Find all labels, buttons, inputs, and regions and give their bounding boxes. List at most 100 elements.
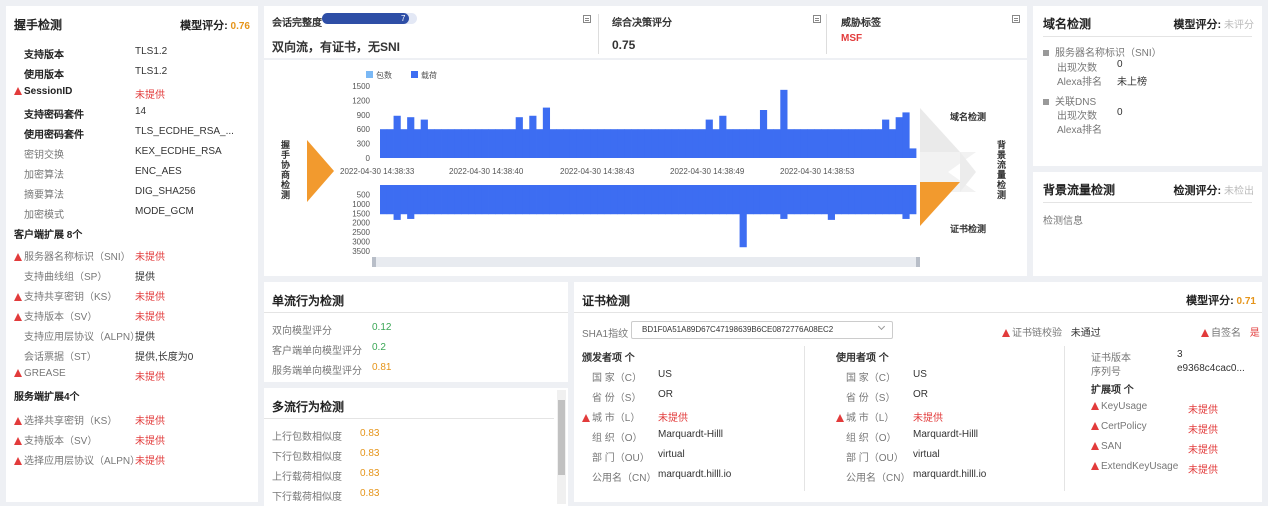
- upper-bar: [875, 129, 883, 158]
- scrollbar[interactable]: [557, 390, 566, 504]
- lower-bar: [603, 185, 612, 215]
- lower-bar: [631, 185, 639, 215]
- upper-bar: [678, 129, 686, 158]
- lower-bar: [780, 185, 788, 219]
- upper-bar: [590, 129, 598, 158]
- multi-flow-label: 上行包数相似度: [272, 432, 342, 443]
- lower-bar: [888, 185, 897, 215]
- upper-y-axis: 1500 1200 900 600 300 0: [352, 82, 370, 163]
- lower-bar: [393, 185, 401, 220]
- warning-icon: [14, 293, 22, 301]
- server-ext-label: 支持版本（SV）: [14, 432, 97, 447]
- lower-bar: [488, 185, 496, 215]
- divider: [1043, 36, 1252, 37]
- upper-bar: [664, 129, 673, 158]
- threat-label: 威胁标签: [841, 18, 881, 29]
- menu-icon[interactable]: [583, 15, 591, 23]
- background-title: 背景流量检测: [1043, 183, 1116, 197]
- cert-field-value: Marquardt-Hilll: [913, 429, 979, 440]
- handshake-field-value: MODE_GCM: [135, 206, 194, 217]
- upper-y-tick: 900: [357, 111, 371, 120]
- lower-bar: [624, 185, 632, 215]
- lower-bar: [380, 185, 388, 215]
- handshake-title: 握手检测: [14, 18, 63, 32]
- divider: [804, 346, 805, 491]
- cert-field-value: Marquardt-Hilll: [658, 429, 724, 440]
- cert-field-value: 未提供: [658, 413, 688, 424]
- cert-ext-value: 未提供: [1188, 465, 1218, 476]
- lower-bar: [732, 185, 740, 215]
- upper-bar: [468, 129, 476, 158]
- upper-bar: [603, 129, 612, 158]
- sni-rank-label: Alexa排名: [1057, 77, 1103, 88]
- upper-bar: [522, 129, 530, 158]
- lower-bar: [658, 185, 666, 215]
- lower-bar: [447, 185, 456, 215]
- handshake-field-value: DIG_SHA256: [135, 186, 196, 197]
- multi-flow-value: 0.83: [360, 428, 380, 439]
- zoom-slider-left-handle[interactable]: [372, 257, 376, 267]
- scrollbar-thumb[interactable]: [558, 400, 565, 475]
- handshake-field-label: 密钥交换: [24, 150, 64, 161]
- upper-bar: [793, 129, 802, 158]
- upper-bar: [631, 129, 639, 158]
- bullet-icon: [1043, 99, 1049, 105]
- background-traffic-panel: 背景流量检测 检测评分: 未检出 检测信息: [1033, 172, 1262, 276]
- multi-flow-label: 下行包数相似度: [272, 452, 342, 463]
- background-score: 检测评分: 未检出: [1173, 185, 1254, 197]
- lower-bar: [420, 185, 428, 215]
- handshake-field-label: 加密算法: [24, 170, 64, 181]
- upper-bar: [821, 129, 829, 158]
- legend-packets-label: 包数: [376, 70, 392, 80]
- cert-ext-title: 扩展项 个: [1091, 385, 1134, 396]
- upper-bar: [508, 129, 517, 158]
- zoom-slider-track[interactable]: [374, 257, 919, 267]
- handshake-field-value: 未提供: [135, 90, 165, 101]
- warning-icon: [14, 437, 22, 445]
- issuer-title: 颁发者项 个: [582, 353, 635, 364]
- x-tick: 2022-04-30 14:38:49: [670, 167, 745, 176]
- upper-bar: [895, 117, 903, 158]
- divider: [598, 14, 599, 54]
- multi-flow-label: 下行载荷相似度: [272, 492, 342, 503]
- session-description: 双向流，有证书，无SNI: [272, 40, 401, 54]
- lower-bar: [807, 185, 815, 215]
- cert-field-label: 省 份（S）: [846, 393, 896, 404]
- cert-field-value: marquardt.hilll.io: [913, 469, 987, 480]
- cert-field-label: 国 家（C）: [592, 373, 642, 384]
- cert-score: 模型评分: 0.71: [1186, 295, 1256, 307]
- cert-field-label: 部 门（OU）: [592, 453, 650, 464]
- cert-field-value: OR: [658, 389, 673, 400]
- single-flow-value: 0.2: [372, 342, 386, 353]
- lower-bar: [882, 185, 890, 215]
- certificate-panel: 证书检测 模型评分: 0.71 SHA1指纹 BD1F0A51A89D67C47…: [574, 282, 1262, 502]
- upper-bar: [705, 119, 713, 158]
- multi-flow-title: 多流行为检测: [272, 400, 345, 414]
- server-ext-title: 服务端扩展4个: [14, 392, 80, 403]
- upper-bar: [495, 129, 503, 158]
- upper-bar: [461, 129, 469, 158]
- server-ext-label: 选择应用层协议（ALPN）: [14, 452, 140, 467]
- upper-bar: [420, 119, 428, 158]
- cert-field-label: 国 家（C）: [846, 373, 896, 384]
- upper-bar: [515, 117, 523, 158]
- menu-icon[interactable]: [1012, 15, 1020, 23]
- lower-bar: [895, 185, 903, 215]
- lower-bar: [705, 185, 713, 215]
- cert-field-value: virtual: [913, 449, 940, 460]
- handshake-field-label: 支持密码套件: [24, 110, 84, 121]
- lower-bar: [685, 185, 693, 215]
- warning-icon: [1091, 462, 1099, 470]
- cert-field-label: 部 门（OU）: [846, 453, 904, 464]
- lower-bar: [468, 185, 476, 215]
- client-ext-label: 支持共享密钥（KS）: [14, 288, 117, 303]
- sha1-select[interactable]: BD1F0A51A89D67C47198639B6CE0872776A08EC2: [631, 321, 893, 339]
- lower-y-tick: 2500: [352, 228, 370, 237]
- zoom-slider-right-handle[interactable]: [916, 257, 920, 267]
- handshake-field-value: ENC_AES: [135, 166, 182, 177]
- client-ext-value: 未提供: [135, 252, 165, 263]
- menu-icon[interactable]: [813, 15, 821, 23]
- upper-bar: [685, 129, 693, 158]
- cert-ext-value: 未提供: [1188, 445, 1218, 456]
- upper-bar: [753, 129, 761, 158]
